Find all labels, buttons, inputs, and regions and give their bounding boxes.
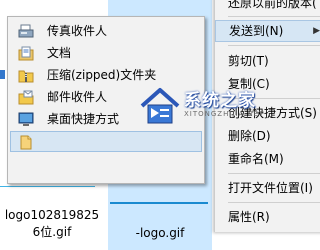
submenu-item-label: 桌面快捷方式 [47,112,120,126]
folder-icon [19,135,35,150]
submenu-item-label: 传真收件人 [47,24,108,38]
submenu-item-fax-recipient[interactable]: 传真收件人 [10,21,202,42]
file-thumbnail-line [0,186,95,187]
chevron-right-icon: ▶ [313,26,320,36]
file-name-line2: 6位.gif [32,225,72,239]
submenu-item-label: 邮件收件人 [47,90,108,104]
submenu-item-folder[interactable] [10,131,202,152]
desktop-shortcut-icon [18,112,34,127]
menu-item-send-to[interactable]: 发送到(N) ▶ [215,20,320,42]
menu-item-label: 发送到(N) [229,24,284,38]
menu-item-label: 属性(R) [228,210,270,224]
menu-item-restore-previous[interactable]: 还原以前的版本( [215,0,320,14]
file-item-logo-gif[interactable]: logo102819825 6位.gif [0,207,104,241]
submenu-item-label: 文档 [47,46,72,60]
menu-item-cut[interactable]: 剪切(T) [215,50,320,72]
zip-folder-icon [18,68,34,83]
submenu-item-documents[interactable]: 文档 [10,43,202,64]
file-thumbnail-edge [0,70,5,79]
file-name-line1: logo102819825 [4,208,100,222]
documents-icon [18,46,34,61]
menu-separator [228,16,320,17]
menu-separator [228,173,320,174]
menu-item-label: 重命名(M) [228,152,284,166]
mail-recipient-icon [18,90,34,105]
menu-item-open-file-location[interactable]: 打开文件位置(I) [215,177,320,199]
watermark-title: 系统之家 [184,91,256,111]
selected-file-thumbnail-line [110,202,208,204]
file-item-dash-logo-gif[interactable]: -logo.gif [110,225,210,242]
menu-item-label: 打开文件位置(I) [228,181,313,195]
fax-icon [18,24,34,39]
menu-item-label: 剪切(T) [228,54,269,68]
menu-item-label: 还原以前的版本( [228,0,317,10]
file-name: -logo.gif [135,226,185,240]
house-logo-icon [140,88,180,124]
menu-separator [228,45,320,46]
watermark: 系统之家 XITONGZHIJIA.NET [138,82,278,134]
menu-separator [228,202,320,203]
watermark-url: XITONGZHIJIA.NET [184,110,265,118]
menu-item-properties[interactable]: 属性(R) [215,206,320,228]
menu-item-rename[interactable]: 重命名(M) [215,148,320,170]
